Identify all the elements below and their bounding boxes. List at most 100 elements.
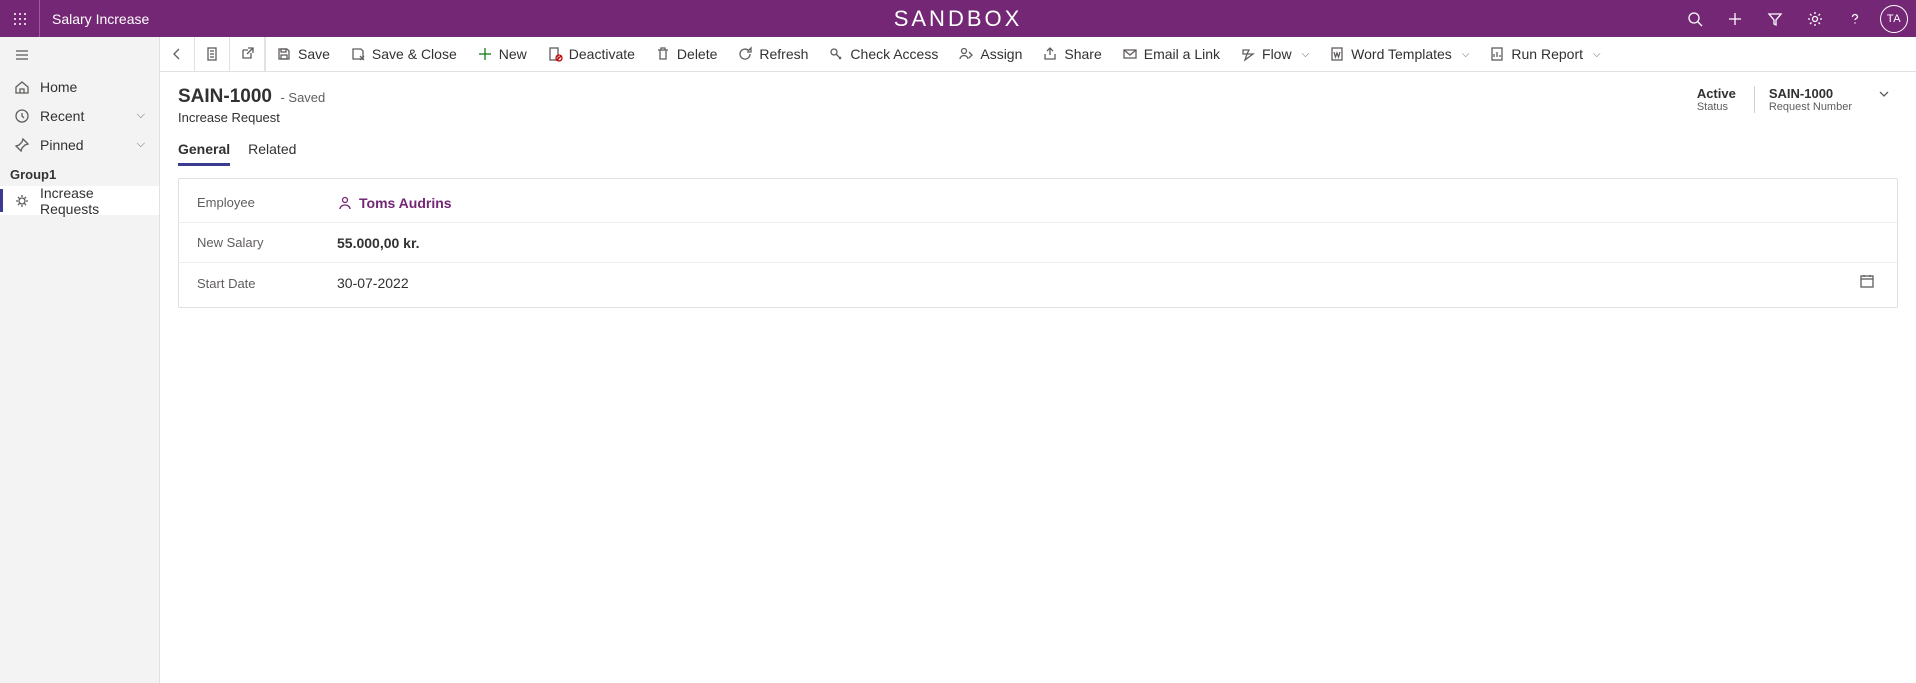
open-new-window-button[interactable]	[230, 37, 265, 71]
assign-icon	[958, 46, 974, 62]
assign-label: Assign	[980, 46, 1022, 62]
start-date-input[interactable]: 30-07-2022	[337, 275, 1855, 291]
header-expand-button[interactable]	[1870, 86, 1898, 102]
task-flow-button[interactable]	[195, 37, 230, 71]
nav-home[interactable]: Home	[0, 72, 159, 101]
employee-lookup[interactable]: Toms Audrins	[337, 195, 1879, 211]
save-close-button[interactable]: Save & Close	[340, 37, 467, 71]
nav-home-label: Home	[40, 79, 145, 95]
chevron-down-icon: ⌵	[137, 109, 145, 122]
share-label: Share	[1064, 46, 1101, 62]
saved-indicator: - Saved	[280, 90, 325, 105]
help-button[interactable]	[1836, 0, 1874, 37]
check-access-button[interactable]: Check Access	[818, 37, 948, 71]
new-label: New	[499, 46, 527, 62]
run-report-button[interactable]: Run Report ⌵	[1479, 37, 1610, 71]
header-right-icons: TA	[1676, 0, 1916, 37]
deactivate-icon	[547, 46, 563, 62]
check-access-label: Check Access	[850, 46, 938, 62]
field-start-date: Start Date 30-07-2022	[179, 263, 1897, 303]
header-fields: Active Status SAIN-1000 Request Number	[1693, 86, 1898, 113]
sitemap-toggle-button[interactable]	[0, 37, 159, 72]
form-header: SAIN-1000 - Saved Increase Request Activ…	[160, 72, 1916, 129]
field-employee: Employee Toms Audrins	[179, 183, 1897, 223]
app-launcher-button[interactable]	[0, 0, 40, 37]
clipboard-icon	[204, 46, 220, 62]
funnel-icon	[1767, 11, 1783, 27]
nav-recent[interactable]: Recent ⌵	[0, 101, 159, 130]
new-salary-value: 55.000,00 kr.	[337, 235, 420, 251]
home-icon	[14, 79, 30, 95]
waffle-icon	[12, 11, 28, 27]
share-button[interactable]: Share	[1032, 37, 1111, 71]
mail-icon	[1122, 46, 1138, 62]
save-button[interactable]: Save	[266, 37, 340, 71]
request-number-value: SAIN-1000	[1769, 86, 1852, 101]
back-button[interactable]	[160, 37, 195, 71]
settings-button[interactable]	[1796, 0, 1834, 37]
clock-icon	[14, 108, 30, 124]
word-templates-button[interactable]: Word Templates ⌵	[1319, 37, 1479, 71]
entity-icon	[14, 193, 30, 209]
delete-button[interactable]: Delete	[645, 37, 727, 71]
trash-icon	[655, 46, 671, 62]
gear-icon	[1807, 11, 1823, 27]
flow-icon	[1240, 46, 1256, 62]
refresh-label: Refresh	[759, 46, 808, 62]
flow-label: Flow	[1262, 46, 1292, 62]
hamburger-icon	[14, 47, 30, 63]
assign-button[interactable]: Assign	[948, 37, 1032, 71]
status-label: Status	[1697, 101, 1736, 113]
tab-related[interactable]: Related	[248, 137, 296, 166]
search-icon	[1687, 11, 1703, 27]
arrow-left-icon	[169, 46, 185, 62]
general-section: Employee Toms Audrins New Salary 55.000,…	[178, 178, 1898, 308]
left-nav: Home Recent ⌵ Pinned ⌵ Group1 Increase R…	[0, 37, 160, 683]
email-link-label: Email a Link	[1144, 46, 1220, 62]
flow-button[interactable]: Flow ⌵	[1230, 37, 1319, 71]
pin-icon	[14, 137, 30, 153]
search-button[interactable]	[1676, 0, 1714, 37]
run-report-label: Run Report	[1511, 46, 1583, 62]
refresh-icon	[737, 46, 753, 62]
new-button[interactable]: New	[467, 37, 537, 71]
chevron-down-icon	[1876, 86, 1892, 102]
command-bar: Save Save & Close New Deactivate Delete …	[160, 37, 1916, 72]
word-templates-label: Word Templates	[1351, 46, 1452, 62]
save-close-icon	[350, 46, 366, 62]
deactivate-label: Deactivate	[569, 46, 635, 62]
chevron-down-icon: ⌵	[1302, 49, 1310, 60]
nav-pinned[interactable]: Pinned ⌵	[0, 130, 159, 159]
tab-general[interactable]: General	[178, 137, 230, 166]
form-tabs: General Related	[160, 129, 1916, 166]
field-new-salary: New Salary 55.000,00 kr.	[179, 223, 1897, 263]
request-number-label: Request Number	[1769, 101, 1852, 113]
app-title[interactable]: Salary Increase	[40, 11, 161, 27]
user-avatar[interactable]: TA	[1880, 5, 1908, 33]
email-link-button[interactable]: Email a Link	[1112, 37, 1230, 71]
advanced-find-button[interactable]	[1756, 0, 1794, 37]
status-value: Active	[1697, 86, 1736, 101]
nav-group-label: Group1	[0, 159, 159, 186]
delete-label: Delete	[677, 46, 717, 62]
app-header: Salary Increase SANDBOX TA	[0, 0, 1916, 37]
environment-label: SANDBOX	[894, 0, 1023, 37]
entity-display-name: Increase Request	[178, 110, 1677, 125]
chevron-down-icon: ⌵	[1593, 49, 1601, 60]
nav-pinned-label: Pinned	[40, 137, 127, 153]
save-close-label: Save & Close	[372, 46, 457, 62]
question-icon	[1847, 11, 1863, 27]
deactivate-button[interactable]: Deactivate	[537, 37, 645, 71]
refresh-button[interactable]: Refresh	[727, 37, 818, 71]
nav-increase-requests[interactable]: Increase Requests	[0, 186, 159, 215]
date-picker-button[interactable]	[1855, 269, 1879, 298]
quick-create-button[interactable]	[1716, 0, 1754, 37]
employee-value: Toms Audrins	[359, 195, 452, 211]
plus-icon	[1727, 11, 1743, 27]
new-salary-input[interactable]: 55.000,00 kr.	[337, 235, 1879, 251]
new-salary-label: New Salary	[197, 235, 337, 250]
chevron-down-icon: ⌵	[1462, 49, 1470, 60]
plus-icon	[477, 46, 493, 62]
word-icon	[1329, 46, 1345, 62]
start-date-label: Start Date	[197, 276, 337, 291]
